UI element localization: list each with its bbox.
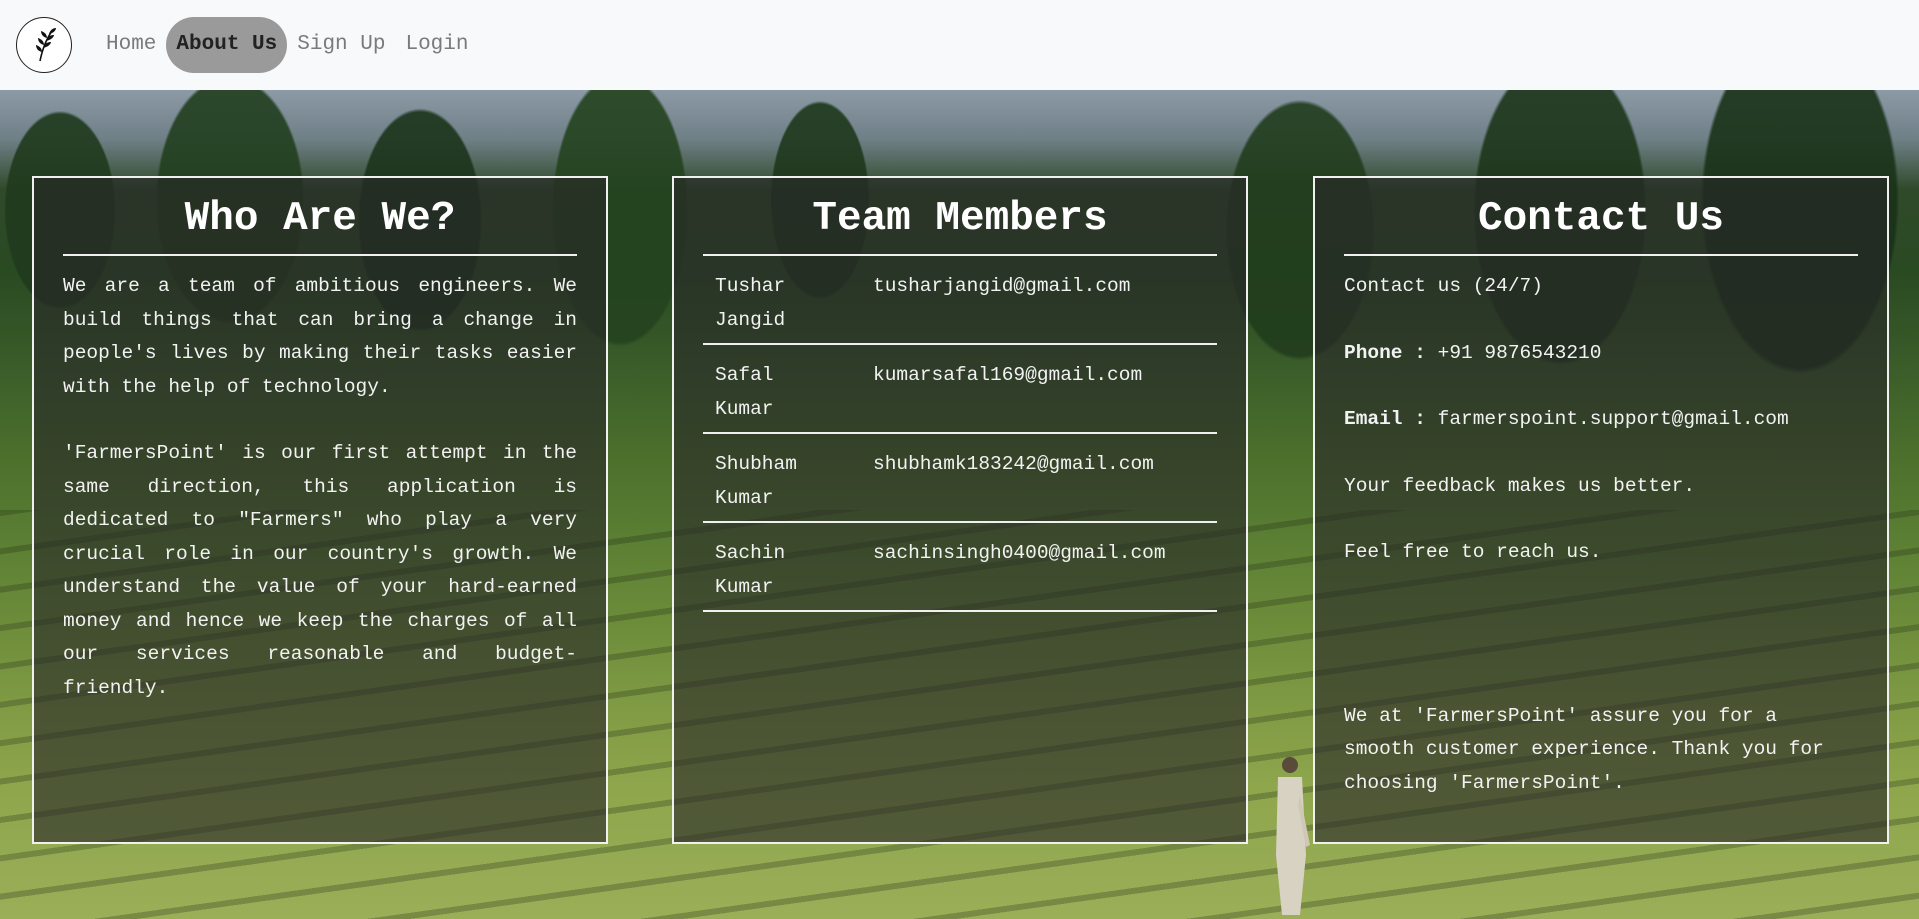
feedback-text: Your feedback makes us better. bbox=[1344, 474, 1696, 497]
who-paragraph-1: We are a team of ambitious engineers. We… bbox=[63, 275, 577, 398]
navbar: Home About Us Sign Up Login bbox=[0, 0, 1919, 90]
table-row: Shubham Kumar shubhamk183242@gmail.com bbox=[703, 433, 1217, 523]
nav-about-us[interactable]: About Us bbox=[166, 17, 288, 73]
email-label: Email : bbox=[1344, 408, 1426, 430]
nav-login[interactable]: Login bbox=[395, 17, 478, 73]
table-row: Safal Kumar kumarsafal169@gmail.com bbox=[703, 344, 1217, 434]
who-paragraph-2: 'FarmersPoint' is our first attempt in t… bbox=[63, 442, 577, 699]
brand-logo[interactable] bbox=[16, 17, 72, 73]
contact-intro: Contact us (24/7) bbox=[1344, 275, 1543, 297]
member-email: tusharjangid@gmail.com bbox=[861, 256, 1217, 345]
member-email: kumarsafal169@gmail.com bbox=[861, 344, 1217, 434]
member-last-name: Kumar bbox=[715, 575, 774, 598]
phone-label: Phone : bbox=[1344, 341, 1426, 364]
closing-text: We at 'FarmersPoint' assure you for a sm… bbox=[1344, 704, 1824, 794]
member-first-name: Safal bbox=[715, 364, 774, 386]
wheat-leaf-icon bbox=[36, 28, 56, 62]
member-email: shubhamk183242@gmail.com bbox=[861, 433, 1217, 523]
table-row: Sachin Kumar sachinsingh0400@gmail.com bbox=[703, 522, 1217, 612]
who-are-we-title: Who Are We? bbox=[63, 196, 577, 256]
table-row: Tushar Jangid tusharjangid@gmail.com bbox=[703, 256, 1217, 345]
member-last-name: Kumar bbox=[715, 486, 774, 509]
contact-email-line: Email : farmerspoint.support@gmail.com bbox=[1344, 403, 1858, 437]
member-first-name: Shubham bbox=[715, 453, 797, 475]
who-are-we-panel: Who Are We? We are a team of ambitious e… bbox=[32, 176, 608, 844]
email-value: farmerspoint.support@gmail.com bbox=[1437, 408, 1789, 430]
nav-sign-up[interactable]: Sign Up bbox=[287, 17, 395, 73]
member-first-name: Sachin bbox=[715, 542, 786, 564]
team-members-panel: Team Members Tushar Jangid tusharjangid@… bbox=[672, 176, 1248, 844]
member-email: sachinsingh0400@gmail.com bbox=[861, 522, 1217, 612]
member-first-name: Tushar bbox=[715, 275, 786, 297]
reach-text: Feel free to reach us. bbox=[1344, 541, 1602, 563]
member-last-name: Kumar bbox=[715, 397, 774, 420]
farmer-figure-image bbox=[1276, 757, 1310, 915]
nav-home[interactable]: Home bbox=[96, 17, 166, 73]
contact-phone-line: Phone : +91 9876543210 bbox=[1344, 337, 1858, 371]
contact-us-title: Contact Us bbox=[1344, 196, 1858, 256]
contact-us-panel: Contact Us Contact us (24/7) Phone : +91… bbox=[1313, 176, 1889, 844]
team-members-title: Team Members bbox=[703, 196, 1217, 256]
phone-value: +91 9876543210 bbox=[1437, 341, 1602, 364]
team-table: Tushar Jangid tusharjangid@gmail.com Saf… bbox=[703, 256, 1217, 612]
member-last-name: Jangid bbox=[715, 308, 786, 331]
